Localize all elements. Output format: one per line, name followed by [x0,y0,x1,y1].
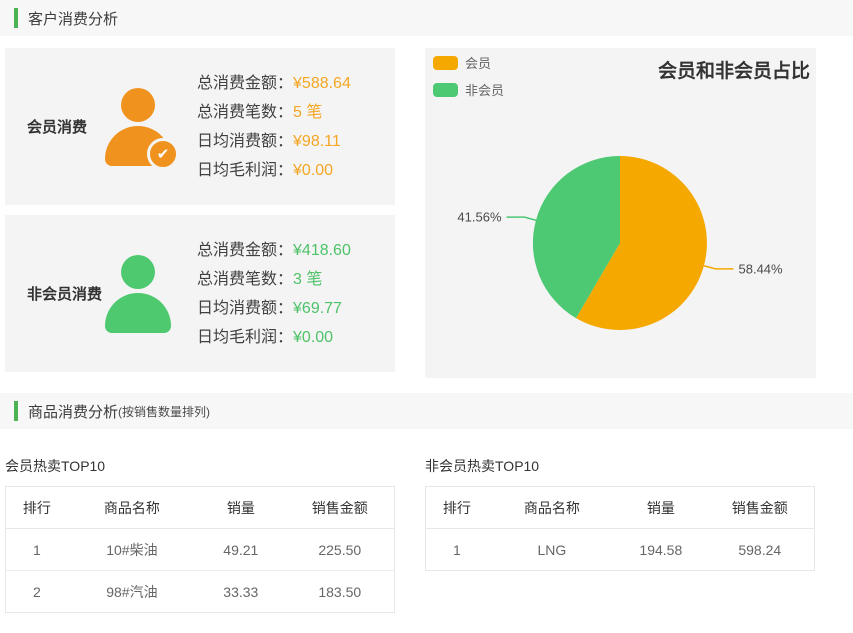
cell-amount: 598.24 [706,529,815,571]
member-top10-block: 会员热卖TOP10 排行 商品名称 销量 销售金额 1 10#柴油 49.21 [5,444,395,613]
section-accent-bar [14,401,18,421]
pie-chart-panel: 58.44% 41.56% 会员 非会员 会员和非会员占比 [425,48,816,378]
nonmember-card-label: 非会员消费 [27,283,105,304]
chart-legend: 会员 非会员 [433,53,504,107]
stat-daily-avg: 日均消费额：¥98.11 [197,127,395,156]
member-top10-table: 排行 商品名称 销量 销售金额 1 10#柴油 49.21 225.50 2 [5,486,395,613]
section-subtitle-product: (按销售数量排列) [118,403,210,420]
table-header-row: 排行 商品名称 销量 销售金额 [426,487,815,529]
header-product-name: 商品名称 [488,487,616,529]
stat-daily-avg: 日均消费额：¥69.77 [197,294,395,323]
header-product-name: 商品名称 [68,487,196,529]
section-header-product: 商品消费分析(按销售数量排列) [0,393,853,429]
cell-quantity: 49.21 [196,529,285,571]
member-card-label: 会员消费 [27,116,105,137]
person-body-shape [105,293,171,333]
section-title-customer: 客户消费分析 [28,8,118,29]
header-quantity: 销量 [616,487,705,529]
legend-item-nonmember[interactable]: 非会员 [433,80,504,99]
svg-text:41.56%: 41.56% [457,210,502,225]
member-consumption-card: 会员消费 ✔ 总消费金额：¥588.64 总消费笔数：5 笔 日均消费额：¥98… [5,48,395,205]
stat-total-amount: 总消费金额：¥588.64 [197,69,395,98]
nonmember-top10-title: 非会员热卖TOP10 [425,456,815,476]
person-head-shape [121,88,155,122]
member-legend-swatch [433,56,458,70]
header-rank: 排行 [6,487,68,529]
table-row: 1 LNG 194.58 598.24 [426,529,815,571]
top10-tables-row: 会员热卖TOP10 排行 商品名称 销量 销售金额 1 10#柴油 49.21 [0,444,853,613]
table-row: 2 98#汽油 33.33 183.50 [6,571,395,613]
stat-total-count: 总消费笔数：5 笔 [197,98,395,127]
nonmember-top10-table: 排行 商品名称 销量 销售金额 1 LNG 194.58 598.24 [425,486,815,571]
section-header-customer: 客户消费分析 [0,0,853,36]
chart-title: 会员和非会员占比 [658,56,810,83]
member-person-icon: ✔ [105,88,171,166]
cell-amount: 183.50 [286,571,395,613]
stat-total-amount: 总消费金额：¥418.60 [197,236,395,265]
svg-text:58.44%: 58.44% [739,261,784,276]
cell-rank: 2 [6,571,68,613]
table-header-row: 排行 商品名称 销量 销售金额 [6,487,395,529]
header-rank: 排行 [426,487,488,529]
cell-quantity: 33.33 [196,571,285,613]
cell-rank: 1 [426,529,488,571]
nonmember-consumption-card: 非会员消费 总消费金额：¥418.60 总消费笔数：3 笔 日均消费额：¥69.… [5,215,395,372]
stat-daily-profit: 日均毛利润：¥0.00 [197,156,395,185]
cell-quantity: 194.58 [616,529,705,571]
header-amount: 销售金额 [286,487,395,529]
cell-rank: 1 [6,529,68,571]
section-accent-bar [14,8,18,28]
member-stats: 总消费金额：¥588.64 总消费笔数：5 笔 日均消费额：¥98.11 日均毛… [197,69,395,185]
person-head-shape [121,255,155,289]
table-row: 1 10#柴油 49.21 225.50 [6,529,395,571]
cell-product-name: 98#汽油 [68,571,196,613]
consumption-cards: 会员消费 ✔ 总消费金额：¥588.64 总消费笔数：5 笔 日均消费额：¥98… [5,48,395,378]
cell-amount: 225.50 [286,529,395,571]
nonmember-legend-swatch [433,83,458,97]
customer-analysis-page: 客户消费分析 会员消费 ✔ 总消费金额：¥588.64 总消费笔数：5 笔 日均… [0,0,853,613]
member-check-badge-icon: ✔ [147,138,179,170]
member-top10-title: 会员热卖TOP10 [5,456,395,476]
header-amount: 销售金额 [706,487,815,529]
nonmember-stats: 总消费金额：¥418.60 总消费笔数：3 笔 日均消费额：¥69.77 日均毛… [197,236,395,352]
cell-product-name: 10#柴油 [68,529,196,571]
nonmember-person-icon [105,255,171,333]
legend-item-member[interactable]: 会员 [433,53,504,72]
section-title-product: 商品消费分析 [28,401,118,422]
top-row: 会员消费 ✔ 总消费金额：¥588.64 总消费笔数：5 笔 日均消费额：¥98… [0,48,853,378]
stat-daily-profit: 日均毛利润：¥0.00 [197,323,395,352]
cell-product-name: LNG [488,529,616,571]
header-quantity: 销量 [196,487,285,529]
stat-total-count: 总消费笔数：3 笔 [197,265,395,294]
nonmember-top10-block: 非会员热卖TOP10 排行 商品名称 销量 销售金额 1 LNG 194.58 [425,444,815,613]
